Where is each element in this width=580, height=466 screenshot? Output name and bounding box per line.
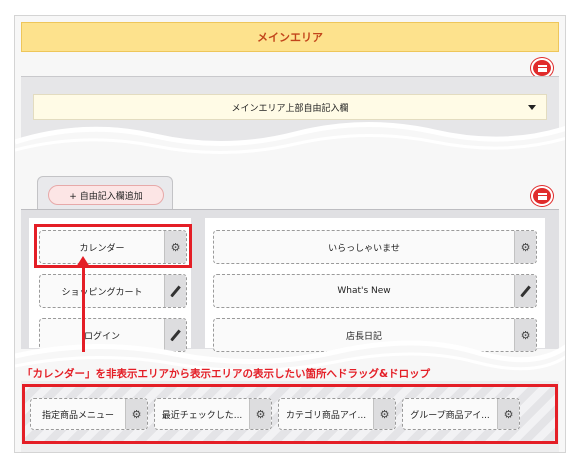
wave-divider [15, 122, 565, 162]
gear-icon[interactable]: ⚙ [514, 231, 536, 263]
hidden-area-highlight [22, 384, 558, 444]
block-shopping-cart[interactable]: ショッピングカート [39, 274, 187, 308]
calendar-highlight [34, 224, 192, 268]
block-welcome[interactable]: いらっしゃいませ ⚙ [213, 230, 537, 264]
block-label: What's New [337, 286, 391, 296]
comment-icon[interactable] [531, 58, 553, 78]
block-whats-new[interactable]: What's New [213, 274, 537, 308]
tab-free-entry: + 自由記入欄追加 [37, 176, 173, 210]
pencil-icon[interactable] [514, 275, 536, 307]
block-label: いらっしゃいませ [328, 243, 400, 254]
comment-icon[interactable] [531, 186, 553, 206]
block-label: ショッピングカート [61, 287, 143, 298]
dropdown-arrow-icon [528, 105, 536, 110]
drag-drop-instruction: 「カレンダー」を非表示エリアから表示エリアの表示したい箇所へドラッグ&ドロップ [22, 368, 431, 380]
add-free-entry-button[interactable]: + 自由記入欄追加 [48, 185, 164, 205]
pencil-icon[interactable] [164, 275, 186, 307]
drag-arrow [82, 266, 85, 352]
main-area-header: メインエリア [21, 22, 559, 52]
